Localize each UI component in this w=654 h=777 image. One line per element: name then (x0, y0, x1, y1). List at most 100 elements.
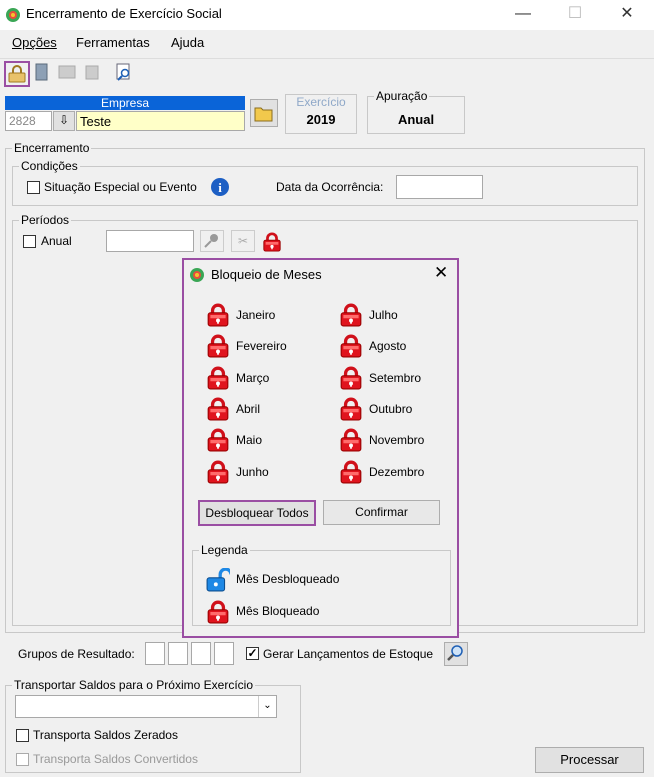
grupo-field-3[interactable] (191, 642, 211, 665)
month-label: Agosto (369, 339, 407, 354)
download-arrow-icon: ⇩ (58, 113, 70, 127)
encerramento-label: Encerramento (12, 141, 92, 155)
key-icon (204, 234, 218, 248)
lock-icon (206, 334, 230, 358)
month-label: Janeiro (236, 308, 276, 322)
condicoes-label: Condições (19, 159, 80, 173)
lock-icon (206, 460, 230, 484)
gerar-search-button[interactable] (444, 642, 468, 666)
lock-icon (339, 397, 363, 421)
lock-icon (339, 366, 363, 390)
data-ocorrencia-field[interactable] (396, 175, 483, 199)
folder-icon (254, 107, 273, 122)
lock-icon (339, 334, 363, 358)
saldos-convertidos-checkbox[interactable] (16, 753, 29, 766)
month-toggle-janeiro[interactable]: Janeiro (206, 303, 326, 329)
legend-unlocked-label: Mês Desbloqueado (236, 572, 340, 586)
anual-label: Anual (41, 234, 72, 248)
open-lock-icon (8, 65, 26, 83)
month-label: Novembro (369, 433, 425, 448)
month-label: Dezembro (369, 464, 425, 479)
search-key-button[interactable] (200, 230, 224, 252)
info-icon[interactable]: i (210, 177, 230, 197)
lock-icon (206, 397, 230, 421)
lock-icon[interactable] (262, 232, 282, 252)
maximize-button[interactable]: ☐ (552, 0, 598, 30)
toolbar (0, 58, 654, 88)
delete-icon[interactable] (82, 62, 104, 84)
grupo-field-4[interactable] (214, 642, 234, 665)
grupo-field-1[interactable] (145, 642, 165, 665)
lock-icon (339, 303, 363, 327)
menu-bar: Opções Ferramentas Ajuda (0, 30, 654, 56)
lock-icon (339, 460, 363, 484)
book-icon[interactable] (33, 62, 55, 84)
month-toggle-setembro[interactable]: Setembro (339, 366, 459, 392)
month-toggle-fevereiro[interactable]: Fevereiro (206, 334, 326, 360)
gerar-lancamentos-checkbox[interactable]: ✓ (246, 647, 259, 660)
month-toggle-novembro[interactable]: Novembro (339, 428, 459, 454)
month-toggle-dezembro[interactable]: Dezembro (339, 460, 459, 486)
month-toggle-junho[interactable]: Junho (206, 460, 326, 486)
transportar-select[interactable]: ⌄ (15, 695, 277, 718)
month-toggle-maio[interactable]: Maio (206, 428, 326, 454)
transportar-label: Transportar Saldos para o Próximo Exercí… (12, 678, 255, 692)
bloqueio-meses-dialog: Bloqueio de Meses ✕ Janeiro Fevereiro Març… (182, 258, 459, 638)
magnifier-icon (447, 645, 463, 661)
confirmar-button[interactable]: Confirmar (323, 500, 440, 525)
month-toggle-julho[interactable]: Julho (339, 303, 459, 329)
lock-icon (206, 366, 230, 390)
apuracao-label: Apuração (374, 89, 430, 103)
month-toggle-abril[interactable]: Abril (206, 397, 326, 423)
month-label: Junho (236, 464, 269, 479)
exercicio-box: Exercício 2019 (285, 94, 357, 134)
month-label: Fevereiro (236, 339, 287, 354)
month-toggle-março[interactable]: Março (206, 366, 326, 392)
empresa-code-field[interactable]: 2828 (5, 111, 52, 131)
minimize-button[interactable]: — (500, 0, 546, 30)
month-label: Abril (236, 401, 261, 416)
empresa-name-field[interactable]: Teste (76, 111, 245, 131)
month-toggle-agosto[interactable]: Agosto (339, 334, 459, 360)
month-label: Julho (369, 308, 398, 322)
grupo-field-2[interactable] (168, 642, 188, 665)
lock-icon (339, 428, 363, 452)
anual-field[interactable] (106, 230, 194, 252)
anual-checkbox[interactable] (23, 235, 36, 248)
month-toggle-outubro[interactable]: Outubro (339, 397, 459, 423)
processar-button[interactable]: Processar (535, 747, 644, 773)
situacao-especial-label: Situação Especial ou Evento (44, 180, 197, 194)
legenda-group: Legenda Mês Desbloqueado Mês Bloqueado (192, 543, 451, 626)
month-label: Outubro (369, 401, 413, 416)
dialog-title: Bloqueio de Meses (211, 267, 322, 282)
month-label: Maio (236, 433, 263, 448)
title-bar: Encerramento de Exercício Social — ☐ ✕ (0, 0, 654, 30)
situacao-especial-checkbox[interactable] (27, 181, 40, 194)
saldos-zerados-checkbox[interactable] (16, 729, 29, 742)
menu-ferramentas[interactable]: Ferramentas (76, 35, 150, 50)
table-icon[interactable] (57, 62, 79, 84)
dialog-app-icon (190, 268, 204, 282)
menu-ajuda[interactable]: Ajuda (171, 35, 204, 50)
apuracao-group: Apuração Anual (367, 89, 465, 134)
grupos-resultado-label: Grupos de Resultado: (18, 647, 135, 661)
close-button[interactable]: ✕ (604, 0, 650, 30)
lock-icon (206, 428, 230, 452)
open-folder-button[interactable] (250, 99, 278, 127)
empresa-lookup-button[interactable]: ⇩ (53, 111, 75, 131)
exercicio-value: 2019 (306, 112, 336, 127)
unlocked-lock-icon (206, 568, 230, 592)
svg-text:i: i (218, 180, 222, 195)
chevron-down-icon[interactable]: ⌄ (258, 696, 276, 717)
dialog-close-icon[interactable]: ✕ (434, 263, 448, 283)
locked-lock-icon (206, 600, 230, 624)
app-icon (6, 8, 20, 22)
preview-icon[interactable] (114, 62, 136, 84)
clear-button[interactable]: ✂ (231, 230, 255, 252)
desbloquear-todos-button[interactable]: Desbloquear Todos (198, 500, 316, 526)
empresa-header: Empresa (5, 96, 245, 110)
menu-opcoes[interactable]: Opções (12, 35, 57, 50)
data-ocorrencia-label: Data da Ocorrência: (276, 180, 384, 194)
toolbar-lock-button[interactable] (4, 61, 30, 87)
legenda-label: Legenda (199, 543, 250, 557)
